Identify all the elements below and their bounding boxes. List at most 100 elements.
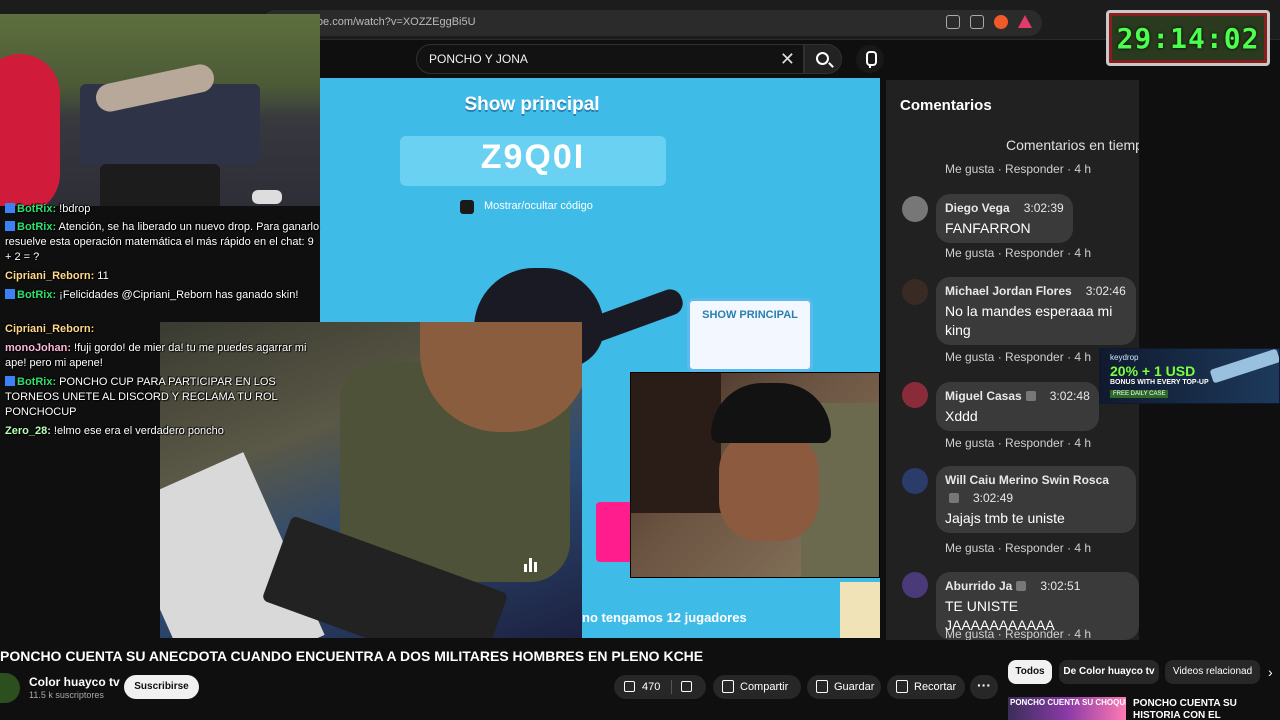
avatar[interactable] — [902, 382, 928, 408]
ad-headline: 20% + 1 USD — [1110, 363, 1196, 379]
search-icon — [816, 52, 829, 65]
clip-button[interactable]: Recortar — [887, 675, 965, 699]
dog-thumbnail — [840, 582, 880, 638]
avatar[interactable] — [902, 279, 928, 305]
search-query[interactable]: PONCHO Y JONA — [429, 52, 528, 66]
search-input[interactable]: PONCHO Y JONA ✕ — [416, 44, 804, 74]
scissors-icon — [896, 680, 908, 693]
soldier-face-graphic — [719, 431, 819, 541]
address-bar[interactable]: youtube.com/watch?v=XOZZEggBi5U — [262, 10, 1042, 36]
share-button[interactable]: Compartir — [713, 675, 801, 699]
recommended-thumbnail[interactable]: PONCHO CUENTA SU CHOQUE Y FUGA — [1008, 697, 1126, 720]
chat-message: BotRix: !bdrop — [5, 202, 320, 217]
comment-author[interactable]: Diego Vega — [945, 201, 1010, 215]
comment-author[interactable]: Aburrido Ja — [945, 579, 1012, 593]
chat-message: monoJohan: !fuji gordo! de mier da! tu m… — [5, 342, 307, 369]
channel-name[interactable]: Color huayco tv — [29, 675, 120, 689]
comment-text: Xddd — [945, 408, 978, 424]
chevron-right-icon[interactable]: › — [1268, 664, 1273, 680]
thumbnail-text: PONCHO CUENTA SU CHOQUE Y FUGA — [1010, 698, 1126, 707]
ad-button[interactable]: FREE DAILY CASE — [1110, 390, 1169, 398]
stream-chat: BotRix: !bdrop BotRix: Atención, se ha l… — [0, 200, 320, 640]
comment-time: 3:02:51 — [1040, 579, 1081, 593]
show-card-label: SHOW PRINCIPAL — [702, 309, 798, 321]
brave-shield-icon[interactable] — [994, 15, 1008, 29]
voice-search-icon[interactable] — [856, 45, 884, 73]
comment-text: No la mandes esperaaa mi king — [945, 303, 1113, 338]
save-label: Guardar — [834, 681, 875, 693]
show-card: SHOW PRINCIPAL — [687, 298, 813, 372]
comment: Will Caiu Merino Swin Rosca 3:02:49 Jaja… — [936, 466, 1136, 533]
comments-sort[interactable]: Comentarios en tiemp — [1006, 137, 1139, 153]
comment: Miguel Casas 3:02:48 Xddd — [936, 382, 1099, 431]
chat-message: Cipriani_Reborn: — [5, 323, 95, 335]
share-label: Compartir — [740, 681, 789, 693]
comments-header: Comentarios — [900, 97, 992, 114]
comment-time: 3:02:49 — [973, 491, 1014, 505]
wall-graphic — [631, 373, 721, 513]
comment-author[interactable]: Michael Jordan Flores — [945, 284, 1072, 298]
toggle-icon — [460, 200, 474, 214]
share-arrow-icon — [722, 680, 734, 693]
channel-avatar[interactable] — [0, 673, 20, 703]
badge-icon — [1016, 581, 1027, 591]
comment: Michael Jordan Flores 3:02:46 No la mande… — [936, 277, 1136, 345]
badge-icon — [949, 493, 959, 503]
avatar[interactable] — [902, 468, 928, 494]
comment-meta[interactable]: Me gusta · Responder · 4 h — [945, 162, 1091, 176]
timer-text: 29:14:02 — [1116, 21, 1260, 55]
divider — [671, 680, 672, 694]
like-dislike-group: 470 — [614, 675, 706, 699]
ad-brand: keydrop — [1110, 353, 1139, 362]
comment-meta[interactable]: Me gusta · Responder · 4 h — [945, 627, 1091, 640]
comment-time: 3:02:46 — [1085, 284, 1126, 298]
rifle-graphic — [1209, 349, 1279, 384]
search-button[interactable] — [804, 44, 842, 74]
comment-time: 3:02:39 — [1023, 201, 1064, 215]
like-count[interactable]: 470 — [642, 675, 660, 699]
share-icon[interactable] — [970, 15, 984, 29]
comment-author[interactable]: Miguel Casas — [945, 389, 1022, 403]
avatar[interactable] — [902, 196, 928, 222]
comment-text: FANFARRON — [945, 220, 1031, 236]
ad-line: BONUS WITH EVERY TOP-UP — [1110, 379, 1209, 386]
video-show-title: Show principal — [464, 94, 600, 115]
chat-message: BotRix: Atención, se ha liberado un nuev… — [5, 221, 320, 263]
comment-meta[interactable]: Me gusta · Responder · 4 h — [945, 541, 1091, 555]
bookmark-icon — [816, 680, 828, 693]
comment-time: 3:02:48 — [1049, 389, 1090, 403]
video-title: PONCHO CUENTA SU ANECDOTA CUANDO ENCUENT… — [0, 648, 704, 664]
comment-author[interactable]: Will Caiu Merino Swin Rosca — [945, 473, 1109, 487]
address-bar-icons — [946, 15, 1032, 29]
chip-all[interactable]: Todos — [1008, 660, 1052, 684]
video-bottom-text: no tengamos 12 jugadores — [582, 610, 747, 625]
beret-graphic — [711, 383, 831, 443]
brave-rewards-icon[interactable] — [1018, 15, 1032, 28]
chat-message: Zero_28: !elmo ese era el verdadero ponc… — [5, 425, 224, 437]
chip-channel[interactable]: De Color huayco tv — [1059, 660, 1159, 684]
more-actions-button[interactable]: ··· — [970, 675, 998, 699]
stream-timer: 29:14:02 — [1106, 10, 1270, 66]
video-code: Z9Q0I — [480, 138, 586, 176]
recommended-title[interactable]: PONCHO CUENTA SU HISTORIA CON EL PELUQUE… — [1133, 698, 1280, 720]
chip-related[interactable]: Videos relacionad — [1165, 660, 1260, 684]
video-toggle-label: Mostrar/ocultar código — [484, 200, 593, 212]
comment-meta[interactable]: Me gusta · Responder · 4 h — [945, 436, 1091, 450]
comment-meta[interactable]: Me gusta · Responder · 4 h — [945, 350, 1091, 364]
chat-message: BotRix: ¡Felicidades @Cipriani_Reborn ha… — [5, 288, 320, 303]
subscribe-button[interactable]: Suscribirse — [124, 675, 199, 699]
chat-message: BotRix: PONCHO CUP PARA PARTICIPAR EN LO… — [5, 376, 278, 418]
chat-message: Cipriani_Reborn: 11 — [5, 270, 109, 282]
save-button[interactable]: Guardar — [807, 675, 881, 699]
clip-label: Recortar — [914, 681, 957, 693]
comment-meta[interactable]: Me gusta · Responder · 4 h — [945, 246, 1091, 260]
thumbs-down-icon[interactable] — [681, 681, 692, 692]
thumbs-up-icon[interactable] — [624, 681, 635, 692]
keydrop-ad[interactable]: keydrop 20% + 1 USD BONUS WITH EVERY TOP… — [1099, 348, 1280, 404]
screen-icon[interactable] — [946, 15, 960, 29]
audio-bars-icon — [524, 558, 540, 572]
avatar[interactable] — [902, 572, 928, 598]
clear-search-icon[interactable]: ✕ — [780, 49, 795, 69]
comment-text: Jajajs tmb te uniste — [945, 510, 1065, 526]
pink-graphic — [596, 502, 634, 562]
